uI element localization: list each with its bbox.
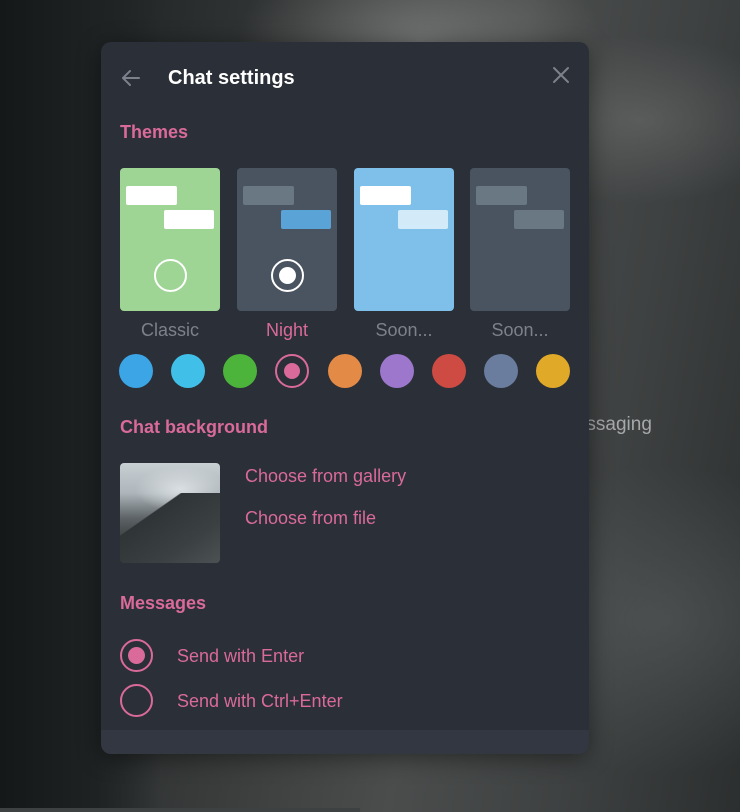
accent-swatch-purple[interactable] — [380, 354, 414, 388]
outgoing-bubble — [514, 210, 564, 229]
thumbnail-mountain — [120, 493, 220, 563]
incoming-bubble — [243, 186, 294, 205]
theme-card-night[interactable] — [237, 168, 337, 311]
send-with-ctrl-enter-label[interactable]: Send with Ctrl+Enter — [177, 691, 343, 712]
accent-swatch-orange[interactable] — [328, 354, 362, 388]
close-button[interactable] — [549, 63, 573, 87]
outgoing-bubble — [281, 210, 331, 229]
dialog-title: Chat settings — [168, 67, 295, 89]
accent-swatch-slate[interactable] — [484, 354, 518, 388]
accent-swatch-yellow[interactable] — [536, 354, 570, 388]
accent-swatch-cyan[interactable] — [171, 354, 205, 388]
send-with-enter-radio[interactable] — [120, 639, 153, 672]
choose-from-gallery-link[interactable]: Choose from gallery — [245, 466, 406, 487]
theme-radio[interactable] — [271, 259, 304, 292]
accent-swatch-pink[interactable] — [275, 354, 309, 388]
chat-settings-dialog: Chat settings Themes Classic Night Soon.… — [101, 42, 589, 754]
chat-background-section-title: Chat background — [120, 417, 269, 437]
theme-card-soon-1[interactable] — [354, 168, 454, 311]
accent-swatch-red[interactable] — [432, 354, 466, 388]
accent-swatch-green[interactable] — [223, 354, 257, 388]
theme-radio[interactable] — [154, 259, 187, 292]
arrow-left-icon — [122, 70, 140, 86]
dialog-footer — [101, 730, 589, 754]
incoming-bubble — [476, 186, 527, 205]
send-with-ctrl-enter-radio[interactable] — [120, 684, 153, 717]
themes-section-title: Themes — [120, 122, 189, 142]
dialog-header: Chat settings — [101, 42, 589, 118]
incoming-bubble — [360, 186, 411, 205]
accent-swatch-blue[interactable] — [119, 354, 153, 388]
theme-label-soon-1: Soon... — [375, 320, 433, 340]
outgoing-bubble — [398, 210, 448, 229]
messages-section-title: Messages — [120, 593, 207, 613]
theme-label-classic: Classic — [140, 320, 199, 340]
close-icon — [553, 67, 569, 83]
theme-card-classic[interactable] — [120, 168, 220, 311]
swatch-selected-dot — [284, 363, 300, 379]
radio-dot — [128, 647, 145, 664]
theme-card-soon-2[interactable] — [470, 168, 570, 311]
theme-label-soon-2: Soon... — [491, 320, 549, 340]
choose-from-file-link[interactable]: Choose from file — [245, 508, 376, 529]
send-with-enter-label[interactable]: Send with Enter — [177, 646, 304, 667]
theme-label-night: Night — [265, 320, 309, 340]
background-strip — [0, 808, 360, 812]
radio-dot — [279, 267, 296, 284]
back-button[interactable] — [119, 66, 143, 90]
incoming-bubble — [126, 186, 177, 205]
background-thumbnail[interactable] — [120, 463, 220, 563]
outgoing-bubble — [164, 210, 214, 229]
